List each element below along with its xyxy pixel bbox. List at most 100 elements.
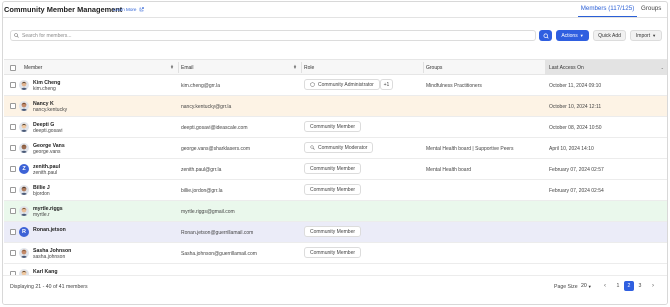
table-row[interactable]: R Ronan.jetson Ronan.jetson@guerrillamail.… — [4, 222, 667, 243]
table-row[interactable]: Nancy Knancy.kentucky nancy.kentucky@grr.… — [4, 96, 667, 117]
next-page-button[interactable]: › — [648, 281, 658, 291]
avatar — [19, 206, 29, 216]
last-access-date: April 10, 2024 14:10 — [549, 146, 594, 152]
column-member-label: Member — [24, 64, 43, 71]
page-title: Community Member Management — [4, 5, 123, 14]
page-size-select[interactable]: 20 ▼ — [581, 283, 592, 289]
page-1-button[interactable]: 1 — [613, 281, 623, 291]
import-button[interactable]: Import ▼ — [630, 30, 662, 41]
member-username: george.vans — [33, 149, 61, 155]
avatar — [19, 185, 29, 195]
last-access-date: October 11, 2024 09:10 — [549, 83, 602, 89]
last-access-date: October 08, 2024 10:50 — [549, 125, 602, 131]
tab-groups[interactable]: Groups — [641, 5, 661, 12]
table-row[interactable]: Zzenith.paul zenith.paul zenith.paul@grr.l… — [4, 159, 667, 180]
role-label: Community Member — [310, 228, 356, 235]
actions-label: Actions — [561, 32, 578, 39]
page-3-button[interactable]: 3 — [635, 281, 645, 291]
page-2-button[interactable]: 2 — [624, 281, 634, 291]
row-checkbox[interactable] — [10, 208, 16, 214]
member-username: kim.cheng — [33, 86, 56, 92]
row-checkbox[interactable] — [10, 145, 16, 151]
row-checkbox[interactable] — [10, 82, 16, 88]
quick-add-button[interactable]: Quick Add — [593, 30, 626, 41]
actions-button[interactable]: Actions ▼ — [556, 30, 589, 41]
avatar — [19, 101, 29, 111]
column-email[interactable]: Email ▲ ▼ — [178, 60, 301, 75]
learn-more-link[interactable]: Learn More — [113, 7, 144, 12]
member-email: deepti.gosavi@ideascale.com — [181, 125, 248, 131]
learn-more-label: Learn More — [113, 7, 137, 12]
last-access-date: October 10, 2024 12:11 — [549, 104, 602, 110]
member-username: myrtle.r — [33, 212, 50, 218]
row-checkbox[interactable] — [10, 229, 16, 235]
import-label: Import — [635, 32, 651, 39]
chevron-down-icon: ⌄ — [660, 65, 664, 70]
more-roles-badge[interactable]: +1 — [380, 79, 393, 90]
column-email-label: Email — [181, 64, 194, 71]
page-size-value: 20 — [581, 283, 587, 289]
column-last-access-label: Last Access On — [549, 64, 584, 71]
table-row[interactable]: Kim Cheng kim.cheng kim.cheng@grr.la Commun… — [4, 75, 667, 96]
role-badge[interactable]: Community Member — [304, 247, 362, 258]
header-divider — [3, 17, 667, 18]
role-badge[interactable]: Community Member — [304, 226, 362, 237]
member-groups: Mental Health board | Supportive Peers — [426, 146, 514, 152]
column-role[interactable]: Role — [301, 60, 423, 75]
member-email: zenith.paul@grr.la — [181, 167, 222, 173]
row-checkbox[interactable] — [10, 187, 16, 193]
search-icon — [14, 33, 19, 38]
member-email: Ronan.jetson@guerrillamail.com — [181, 230, 254, 236]
role-badge[interactable]: Community Administrator — [304, 79, 380, 90]
role-badge[interactable]: Community Moderator — [304, 142, 374, 153]
last-access-date: February 07, 2024 02:57 — [549, 167, 604, 173]
display-count: Displaying 21 - 40 of 41 members — [10, 284, 88, 290]
member-groups: Mental Health board — [426, 167, 472, 173]
role-badge[interactable]: Community Member — [304, 163, 362, 174]
role-badge[interactable]: Community Member — [304, 184, 362, 195]
column-last-access[interactable]: Last Access On ⌄ — [545, 60, 667, 75]
chevron-down-icon: ▼ — [579, 33, 584, 38]
column-role-label: Role — [304, 64, 315, 71]
avatar — [19, 122, 29, 132]
search-box[interactable] — [10, 30, 536, 41]
column-member[interactable]: Member ▲ ▼ — [4, 60, 178, 75]
admin-icon — [310, 82, 315, 87]
member-name[interactable]: Ronan.jetson — [33, 227, 66, 233]
column-groups[interactable]: Groups — [423, 60, 545, 75]
members-table: Member ▲ ▼ Email ▲ ▼ Role Groups Last Acce… — [4, 59, 667, 275]
search-input[interactable] — [22, 32, 502, 39]
member-email: george.vans@sharklasers.com — [181, 146, 250, 152]
member-username: bjordon — [33, 191, 50, 197]
column-groups-label: Groups — [426, 64, 443, 71]
table-row[interactable]: myrtle.riggs myrtle.r myrtle.riggs@gmail.c… — [4, 201, 667, 222]
table-row[interactable]: Deepti Gdeepti.gosavi deepti.gosavi@ideas… — [4, 117, 667, 138]
member-email: kim.cheng@grr.la — [181, 83, 220, 89]
row-checkbox[interactable] — [10, 103, 16, 109]
tab-members[interactable]: Members (117/125) — [578, 5, 637, 17]
avatar: R — [19, 227, 29, 237]
role-badge[interactable]: Community Member — [304, 121, 362, 132]
pagination-footer: Displaying 21 - 40 of 41 members Page Si… — [3, 275, 667, 304]
filter-icon — [543, 33, 549, 39]
member-email: Sasha.johnson@guerrillamail.com — [181, 251, 257, 257]
table-row[interactable]: Sasha Johnson sasha.johnson Sasha.johnson@… — [4, 243, 667, 264]
select-all-checkbox[interactable] — [10, 64, 16, 71]
prev-page-button[interactable]: ‹ — [600, 281, 610, 291]
avatar — [19, 248, 29, 258]
row-checkbox[interactable] — [10, 250, 16, 256]
table-row[interactable]: Karl Kang — [4, 264, 667, 275]
table-row[interactable]: Billie Jbjordon billie.jordon@grr.la Commu… — [4, 180, 667, 201]
member-username: nancy.kentucky — [33, 107, 68, 113]
table-row[interactable]: George Vans george.vans george.vans@sharkl… — [4, 138, 667, 159]
member-management-panel: Community Member Management Learn More M… — [2, 1, 668, 305]
sort-icon: ▲ ▼ — [293, 63, 297, 71]
page-size-label: Page Size — [554, 284, 578, 290]
member-username: zenith.paul — [33, 170, 58, 176]
member-email: myrtle.riggs@gmail.com — [181, 209, 235, 215]
row-checkbox[interactable] — [10, 166, 16, 172]
chevron-down-icon: ▼ — [652, 33, 657, 38]
member-username: sasha.johnson — [33, 254, 66, 260]
filter-button[interactable] — [539, 30, 552, 41]
row-checkbox[interactable] — [10, 124, 16, 130]
